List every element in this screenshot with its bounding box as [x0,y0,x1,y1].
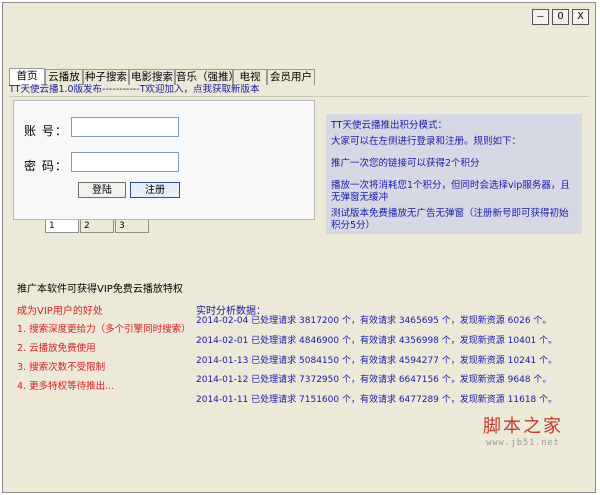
announcement-marquee[interactable]: TT天使云播1.0版发布-----------T欢迎加入，点我获取新版本 [9,84,589,96]
title-bar[interactable]: – O X [3,3,595,67]
tab-tv[interactable]: 电视 [233,69,267,85]
site-watermark: 脚本之家 www.jb51.net [458,412,588,448]
register-button[interactable]: 注册 [130,182,180,198]
close-button[interactable]: X [572,9,589,25]
login-button[interactable]: 登陆 [78,182,126,198]
stats-row: 2014-01-13 已处理请求 5084150 个，有效请求 4594277 … [196,356,558,366]
points-info-line: 推广一次您的链接可以获得2个积分 [331,158,480,169]
password-input[interactable] [71,152,179,172]
account-label: 账 号： [24,124,68,138]
restore-button[interactable]: O [552,9,569,25]
points-info-line: 播放一次将消耗您1个积分，但同时会选择vip服务器，且无弹窗无缓冲 [331,180,570,203]
account-input[interactable] [71,117,179,137]
vip-benefit-item: 1. 搜索深度更给力（多个引擎同时搜索） [17,324,191,335]
password-label: 密 码： [24,159,68,173]
tab-movie-search[interactable]: 电影搜索 [129,69,175,85]
page-tab-1[interactable]: 1 [45,220,79,233]
tab-torrent-search[interactable]: 种子搜索 [83,69,129,85]
page-tab-3[interactable]: 3 [115,220,149,233]
vip-benefit-item: 4. 更多特权等待推出... [17,381,115,392]
login-panel: 账 号： 密 码： 登陆 注册 [13,100,315,220]
watermark-url: www.jb51.net [486,438,560,448]
stats-row: 2014-02-01 已处理请求 4846900 个，有效请求 4356998 … [196,336,558,346]
minimize-button[interactable]: – [532,9,549,25]
stats-row: 2014-02-04 已处理请求 3817200 个，有效请求 3465695 … [196,316,552,326]
promo-text: 推广本软件可获得VIP免费云播放特权 [17,284,183,295]
points-info-line: 测试版本免费播放无广告无弹窗（注册新号即可获得初始积分5分） [331,208,569,231]
points-info-title: TT天使云播推出积分模式： [331,120,447,131]
tab-cloud-play[interactable]: 云播放 [45,69,83,85]
vip-benefit-item: 3. 搜索次数不受限制 [17,362,106,373]
page-tab-2[interactable]: 2 [80,220,114,233]
points-info-panel: TT天使云播推出积分模式： 大家可以在左侧进行登录和注册。规则如下： 推广一次您… [326,114,582,234]
stats-row: 2014-01-11 已处理请求 7151600 个，有效请求 6477289 … [196,395,558,405]
vip-benefits-title: 成为VIP用户的好处 [17,306,103,317]
watermark-title: 脚本之家 [483,416,563,437]
stats-row: 2014-01-12 已处理请求 7372950 个，有效请求 6647156 … [196,375,552,385]
points-info-line: 大家可以在左侧进行登录和注册。规则如下： [331,136,522,147]
tab-vip-users[interactable]: 会员用户 [267,69,315,85]
tab-music[interactable]: 音乐（强推） [175,69,239,85]
vip-benefit-item: 2. 云播放免费使用 [17,343,96,354]
